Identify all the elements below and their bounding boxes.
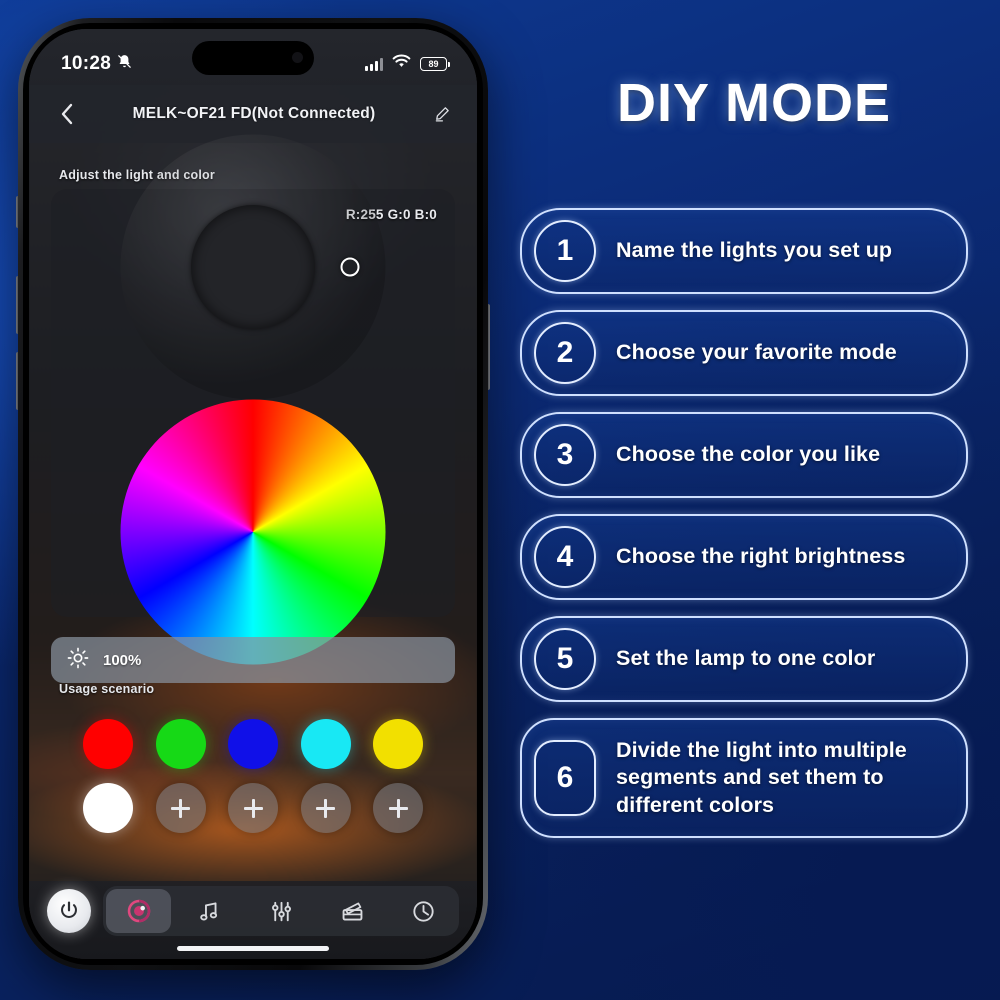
color-wheel[interactable] <box>120 399 386 665</box>
plus-icon <box>388 798 408 818</box>
step-item-2: 2 Choose your favorite mode <box>520 310 968 396</box>
battery-level: 89 <box>428 58 439 69</box>
brightness-value: 100% <box>103 651 142 669</box>
usage-scenario-swatches <box>51 719 455 847</box>
panel-title: DIY MODE <box>616 73 892 133</box>
step-number-badge: 5 <box>534 628 596 690</box>
color-wheel-handle[interactable] <box>340 257 360 277</box>
dynamic-island <box>192 41 314 75</box>
plus-icon <box>243 798 263 818</box>
swatch-cyan[interactable] <box>300 719 351 769</box>
color-wheel-center <box>191 205 315 329</box>
rgb-readout: R:255 G:0 B:0 <box>345 207 437 222</box>
swatch-add-1[interactable] <box>155 783 206 833</box>
swatch-add-3[interactable] <box>300 783 351 833</box>
battery-icon: 89 <box>420 57 450 71</box>
power-icon[interactable] <box>47 889 91 933</box>
instructions-panel: DIY MODE 1 Name the lights you set up 2 Cho… <box>508 0 1000 1000</box>
tab-scene[interactable] <box>320 889 385 933</box>
step-text: Choose the right brightness <box>616 544 906 569</box>
swatch-green[interactable] <box>155 719 206 769</box>
swatch-row-colors <box>51 719 455 769</box>
tab-music[interactable] <box>177 889 242 933</box>
app-nav-bar: MELK~OF21 FD(Not Connected) <box>29 85 477 143</box>
swatch-yellow[interactable] <box>373 719 423 769</box>
swatch-row-custom <box>51 783 455 833</box>
phone-mockup: 10:28 89 MELK~OF21 FD(Not Connected) Adj… <box>16 18 490 970</box>
scene-icon <box>342 901 363 921</box>
cellular-signal-icon <box>365 57 383 71</box>
page-title: MELK~OF21 FD(Not Connected) <box>132 105 376 122</box>
brightness-slider[interactable]: 100% <box>51 637 455 683</box>
step-number-badge: 2 <box>534 322 596 384</box>
step-number-badge: 4 <box>534 526 596 588</box>
color-wheel-icon <box>127 899 150 923</box>
chevron-left-icon[interactable] <box>53 101 79 127</box>
step-item-4: 4 Choose the right brightness <box>520 514 968 600</box>
step-text: Divide the light into multiple segments … <box>616 737 907 817</box>
screenshot-root: 10:28 89 MELK~OF21 FD(Not Connected) Adj… <box>0 0 1000 1000</box>
bell-slash-icon <box>116 53 133 75</box>
plus-icon <box>171 798 190 818</box>
step-item-3: 3 Choose the color you like <box>520 412 968 498</box>
status-bar-left: 10:28 <box>61 53 133 75</box>
phone-screen: 10:28 89 MELK~OF21 FD(Not Connected) Adj… <box>29 29 477 959</box>
brightness-sun-icon <box>67 647 89 674</box>
step-item-1: 1 Name the lights you set up <box>520 208 968 294</box>
timer-clock-icon <box>413 900 434 922</box>
usage-section-label: Usage scenario <box>59 682 155 696</box>
status-time: 10:28 <box>61 53 112 74</box>
status-bar-right: 89 <box>365 54 450 74</box>
step-text: Choose the color you like <box>616 442 881 467</box>
swatch-white[interactable] <box>83 783 133 833</box>
step-list: 1 Name the lights you set up 2 Choose your … <box>520 208 968 838</box>
adjust-section-label: Adjust the light and color <box>59 168 215 182</box>
music-note-icon <box>200 901 218 920</box>
tab-color-wheel[interactable] <box>106 889 172 933</box>
step-text: Set the lamp to one color <box>616 646 876 671</box>
phone-frame: 10:28 89 MELK~OF21 FD(Not Connected) Adj… <box>18 18 488 970</box>
swatch-add-4[interactable] <box>373 783 423 833</box>
swatch-blue[interactable] <box>228 719 278 769</box>
home-indicator[interactable] <box>177 946 329 951</box>
step-text: Choose your favorite mode <box>616 340 897 365</box>
tab-timer[interactable] <box>391 889 456 933</box>
step-number-badge: 3 <box>534 424 596 486</box>
equalizer-icon <box>271 901 291 921</box>
led-control-app: 10:28 89 MELK~OF21 FD(Not Connected) Adj… <box>29 29 477 959</box>
swatch-add-2[interactable] <box>228 783 278 833</box>
step-number-badge: 6 <box>534 740 596 816</box>
step-text: Name the lights you set up <box>616 238 893 263</box>
tab-group <box>103 886 459 936</box>
tab-equalizer[interactable] <box>248 889 313 933</box>
step-item-5: 5 Set the lamp to one color <box>520 616 968 702</box>
swatch-red[interactable] <box>83 719 133 769</box>
pencil-icon[interactable] <box>429 101 455 127</box>
plus-icon <box>316 798 335 818</box>
step-item-6: 6 Divide the light into multiple segments… <box>520 718 968 838</box>
step-number-badge: 1 <box>534 220 596 282</box>
wifi-icon <box>392 54 411 74</box>
